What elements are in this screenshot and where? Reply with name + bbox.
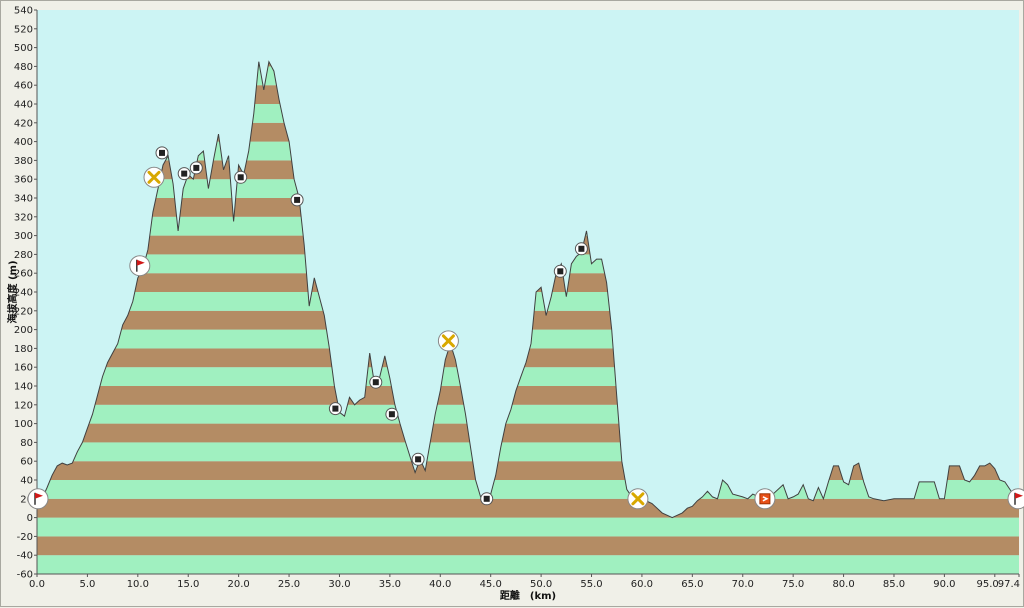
waypoint-square-icon[interactable] xyxy=(290,193,304,207)
waypoint-square-icon[interactable] xyxy=(480,492,494,506)
waypoint-square-icon[interactable] xyxy=(328,402,342,416)
x-tick-label: 70.0 xyxy=(732,579,754,590)
x-axis-ticks: 0.0 5.0 10.0 15.0 20.0 25.0 30.0 35.0 40.0 45.0 50… xyxy=(29,574,1020,590)
waypoint-square-icon[interactable] xyxy=(177,167,191,181)
x-tick-label: 50.0 xyxy=(530,579,552,590)
waypoint-square-icon[interactable] xyxy=(189,161,203,175)
y-tick-label: 180 xyxy=(14,344,33,355)
y-tick-label: 360 xyxy=(14,175,33,186)
x-tick-label: 30.0 xyxy=(328,579,350,590)
y-tick-label: -40 xyxy=(17,551,33,562)
waypoint-square-icon[interactable] xyxy=(574,242,588,256)
elevation-band xyxy=(37,498,1019,518)
x-tick-label: 0.0 xyxy=(29,579,45,590)
x-tick-label: 10.0 xyxy=(127,579,149,590)
y-tick-label: 460 xyxy=(14,81,33,92)
x-tick-label: 95.0 xyxy=(977,579,999,590)
waypoint-square-icon[interactable] xyxy=(369,375,383,389)
y-tick-label: 60 xyxy=(20,457,33,468)
elevation-profile-chart: -60-40-200204060801001201401601802002202… xyxy=(6,6,1024,602)
y-tick-label: 200 xyxy=(14,325,33,336)
y-axis-label: 海拔高度 (m) xyxy=(6,260,19,323)
x-tick-label: 97.4 xyxy=(998,579,1020,590)
y-tick-label: 280 xyxy=(14,250,33,261)
waypoint-square-icon[interactable] xyxy=(155,146,169,160)
x-axis-label: 距離 (km) xyxy=(500,589,556,602)
waypoint-square-icon[interactable] xyxy=(411,452,425,466)
y-tick-label: 480 xyxy=(14,62,33,73)
y-tick-label: 40 xyxy=(20,476,33,487)
y-tick-label: 0 xyxy=(27,513,33,524)
y-tick-label: 300 xyxy=(14,231,33,242)
x-tick-label: 85.0 xyxy=(883,579,905,590)
x-tick-label: 55.0 xyxy=(580,579,602,590)
y-tick-label: 540 xyxy=(14,6,33,17)
x-tick-label: 5.0 xyxy=(79,579,95,590)
y-tick-label: 440 xyxy=(14,100,33,111)
x-tick-label: 60.0 xyxy=(631,579,653,590)
checkpoint-cross-icon[interactable] xyxy=(437,330,459,352)
x-tick-label: 15.0 xyxy=(177,579,199,590)
x-tick-label: 80.0 xyxy=(832,579,854,590)
x-tick-label: 35.0 xyxy=(379,579,401,590)
flag-icon[interactable] xyxy=(1007,488,1024,510)
y-tick-label: 80 xyxy=(20,438,33,449)
elevation-band xyxy=(37,517,1019,537)
sign-icon[interactable] xyxy=(754,488,776,510)
y-tick-label: 340 xyxy=(14,194,33,205)
x-tick-label: 40.0 xyxy=(429,579,451,590)
y-tick-label: 400 xyxy=(14,137,33,148)
x-tick-label: 75.0 xyxy=(782,579,804,590)
flag-icon[interactable] xyxy=(27,488,49,510)
waypoint-square-icon[interactable] xyxy=(553,264,567,278)
y-tick-label: 420 xyxy=(14,118,33,129)
x-tick-label: 25.0 xyxy=(278,579,300,590)
checkpoint-cross-icon[interactable] xyxy=(143,166,165,188)
y-tick-label: 100 xyxy=(14,419,33,430)
waypoint-square-icon[interactable] xyxy=(385,407,399,421)
x-tick-label: 65.0 xyxy=(681,579,703,590)
elevation-band xyxy=(37,555,1019,574)
y-tick-label: 520 xyxy=(14,24,33,35)
x-tick-label: 45.0 xyxy=(480,579,502,590)
checkpoint-cross-icon[interactable] xyxy=(627,488,649,510)
y-tick-label: -20 xyxy=(17,532,33,543)
chart-window: -60 -40 -20 0 20 40 60 80 100 120 140 160 180 200 220 2… xyxy=(0,0,1024,607)
waypoint-square-icon[interactable] xyxy=(234,170,248,184)
y-tick-label: 120 xyxy=(14,400,33,411)
elevation-band xyxy=(37,536,1019,556)
flag-icon[interactable] xyxy=(129,255,151,277)
x-tick-label: 90.0 xyxy=(933,579,955,590)
y-tick-label: 500 xyxy=(14,43,33,54)
y-tick-label: 140 xyxy=(14,382,33,393)
y-tick-label: 160 xyxy=(14,363,33,374)
y-tick-label: 320 xyxy=(14,212,33,223)
y-tick-label: 380 xyxy=(14,156,33,167)
x-tick-label: 20.0 xyxy=(228,579,250,590)
